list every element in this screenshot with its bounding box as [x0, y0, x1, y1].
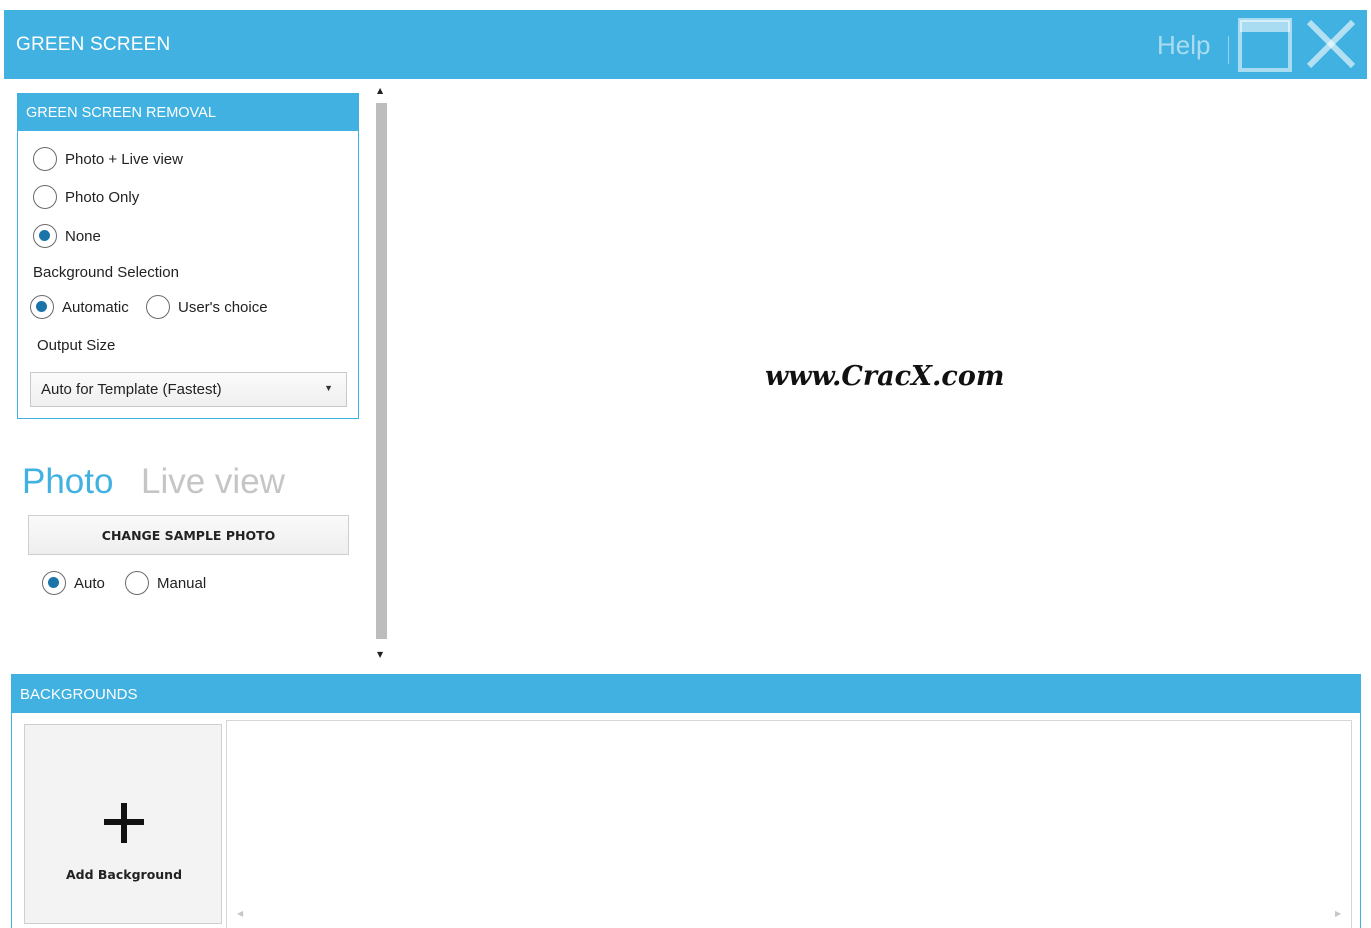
radio-photo-only[interactable]: Photo Only [33, 185, 139, 209]
green-screen-removal-panel: GREEN SCREEN REMOVAL Photo + Live view P… [17, 93, 359, 419]
tab-live-view[interactable]: Live view [141, 462, 285, 502]
radio-label: Photo Only [65, 188, 140, 206]
preview-watermark: www.CracX.com [765, 361, 1005, 392]
radio-circle[interactable] [33, 185, 57, 209]
radio-manual[interactable]: Manual [125, 571, 206, 595]
add-background-button[interactable]: Add Background [24, 724, 222, 924]
backgrounds-list[interactable]: ◀ ▶ [226, 720, 1352, 928]
radio-automatic[interactable]: Automatic [30, 295, 129, 319]
radio-circle-checked[interactable] [30, 295, 54, 319]
radio-users-choice[interactable]: User's choice [146, 295, 268, 319]
radio-auto[interactable]: Auto [42, 571, 105, 595]
scroll-up-arrow-icon[interactable]: ▲ [377, 86, 383, 95]
background-selection-label: Background Selection [33, 264, 179, 281]
radio-none[interactable]: None [33, 224, 101, 248]
radio-photo-live-view[interactable]: Photo + Live view [33, 147, 183, 171]
title-bar: GREEN SCREEN Help [4, 10, 1367, 79]
change-sample-photo-button[interactable]: CHANGE SAMPLE PHOTO [28, 515, 349, 555]
radio-label: Auto [74, 574, 105, 592]
radio-circle[interactable] [33, 147, 57, 171]
radio-circle-checked[interactable] [42, 571, 66, 595]
backgrounds-header: BACKGROUNDS [12, 675, 1360, 713]
tab-photo[interactable]: Photo [22, 462, 113, 502]
output-size-label: Output Size [37, 337, 116, 354]
scrollbar-thumb[interactable] [376, 103, 387, 639]
maximize-button[interactable] [1236, 16, 1292, 72]
close-icon [1306, 19, 1356, 69]
backgrounds-panel: BACKGROUNDS Add Background ◀ ▶ [11, 674, 1361, 928]
app-title: GREEN SCREEN [16, 34, 171, 55]
radio-circle-checked[interactable] [33, 224, 57, 248]
maximize-icon [1238, 18, 1292, 72]
radio-label: Photo + Live view [65, 150, 183, 168]
dropdown-arrow-icon: ▼ [324, 383, 333, 393]
radio-label: None [65, 227, 101, 245]
scroll-down-arrow-icon[interactable]: ▼ [377, 650, 383, 659]
radio-label: User's choice [178, 298, 268, 316]
title-separator [1228, 36, 1229, 64]
radio-label: Manual [157, 574, 207, 592]
close-button[interactable] [1301, 16, 1361, 72]
radio-circle[interactable] [125, 571, 149, 595]
output-size-value: Auto for Template (Fastest) [41, 381, 222, 398]
plus-icon [104, 803, 144, 843]
panel-header: GREEN SCREEN REMOVAL [18, 94, 358, 131]
radio-label: Automatic [62, 298, 129, 316]
radio-circle[interactable] [146, 295, 170, 319]
scroll-right-arrow-icon[interactable]: ▶ [1335, 909, 1341, 918]
output-size-select[interactable]: Auto for Template (Fastest) ▼ [30, 372, 347, 407]
scroll-left-arrow-icon[interactable]: ◀ [237, 909, 243, 918]
add-background-label: Add Background [65, 867, 183, 882]
help-link[interactable]: Help [1157, 30, 1210, 61]
left-panel-scrollbar[interactable]: ▲ ▼ [372, 84, 392, 664]
